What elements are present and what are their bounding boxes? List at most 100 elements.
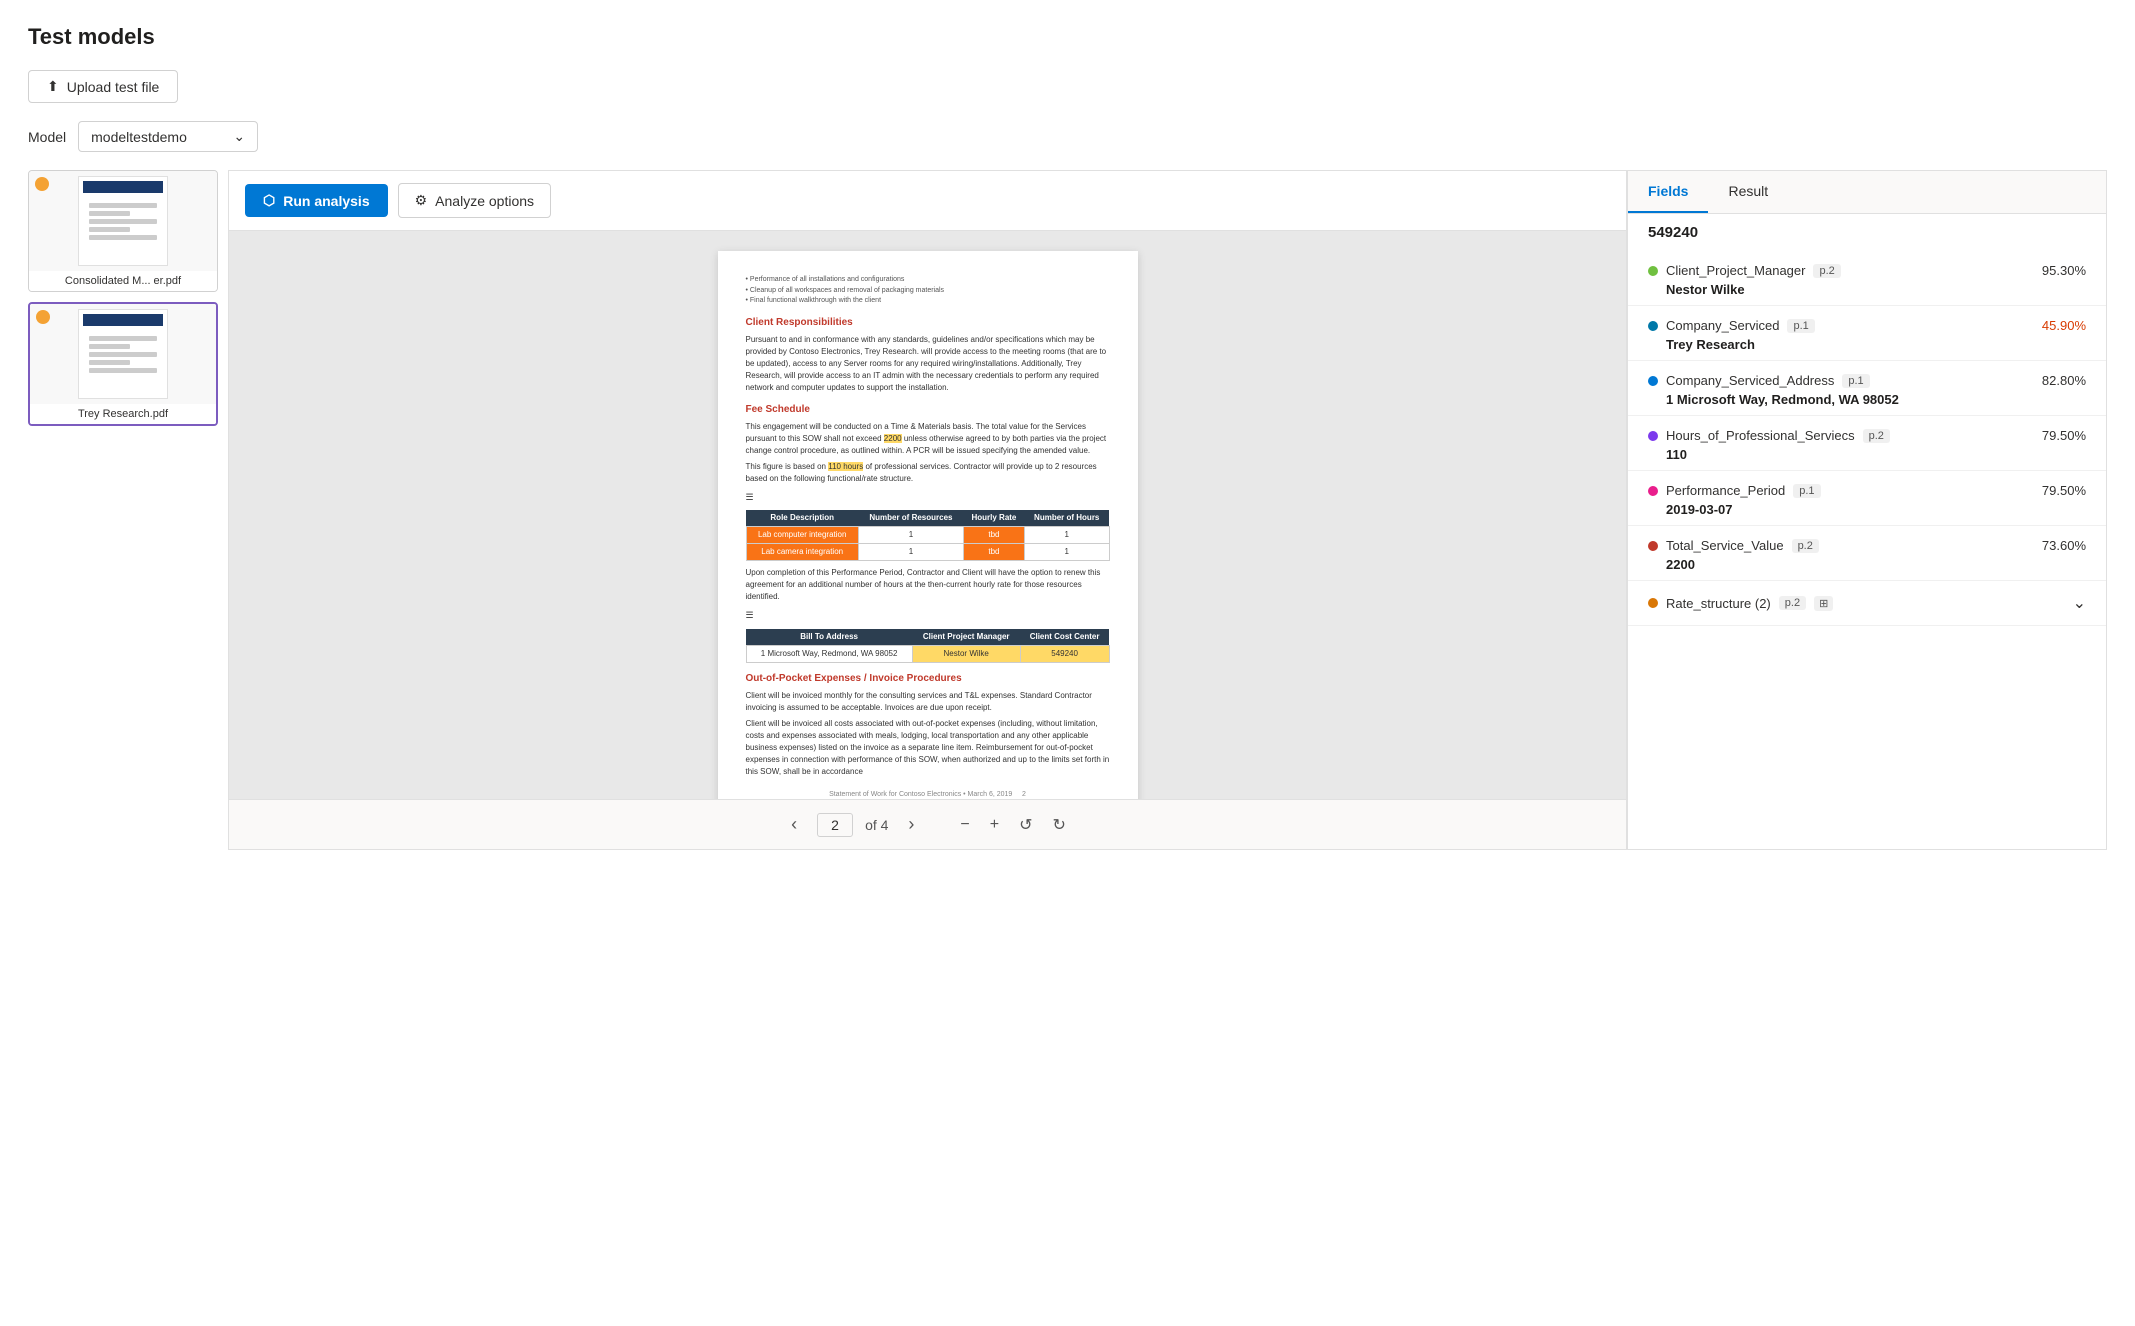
thumb-line (89, 336, 157, 341)
highlight-hours: 110 hours (828, 462, 863, 471)
run-analysis-button[interactable]: ⬡ Run analysis (245, 184, 388, 217)
field-name-row: Total_Service_Value p.2 (1648, 538, 1819, 553)
field-name: Rate_structure (2) (1666, 596, 1771, 611)
page-container: Test models ⬆ Upload test file Model mod… (0, 0, 2135, 874)
field-item-hours-professional-services: Hours_of_Professional_Serviecs p.2 79.50… (1628, 416, 2106, 471)
doc-fee-schedule-text1: This engagement will be conducted on a T… (746, 421, 1110, 457)
model-dropdown[interactable]: modeltestdemo ⌄ (78, 121, 258, 152)
file-indicator (35, 177, 49, 191)
field-dot (1648, 541, 1658, 551)
tab-fields[interactable]: Fields (1628, 171, 1708, 213)
field-header: Performance_Period p.1 79.50% (1648, 483, 2086, 498)
file-item-consolidated[interactable]: Consolidated M... er.pdf (28, 170, 218, 292)
table-row-2-rate: tbd (963, 544, 1024, 561)
analyze-options-button[interactable]: ⚙ Analyze options (398, 183, 551, 218)
table-header-role: Role Description (746, 510, 858, 527)
upload-row: ⬆ Upload test file (28, 70, 2107, 103)
model-value: modeltestdemo (91, 129, 187, 145)
field-item-total-service-value: Total_Service_Value p.2 73.60% 2200 (1628, 526, 2106, 581)
thumb-line (89, 352, 157, 357)
doc-billing-table: Bill To Address Client Project Manager C… (746, 629, 1110, 663)
field-page: p.2 (1813, 264, 1840, 278)
thumb-line (89, 235, 157, 240)
tab-result[interactable]: Result (1708, 171, 1788, 213)
table-row-2-role: Lab camera integration (746, 544, 858, 561)
field-name-row: Client_Project_Manager p.2 (1648, 263, 1841, 278)
file-name-consolidated: Consolidated M... er.pdf (29, 271, 217, 291)
zoom-in-button[interactable]: + (984, 812, 1005, 838)
field-confidence: 45.90% (2042, 318, 2086, 333)
file-thumb-lines (83, 197, 163, 246)
field-name: Performance_Period (1666, 483, 1785, 498)
rotate-button[interactable]: ↺ (1013, 811, 1038, 839)
document-viewer: ⬡ Run analysis ⚙ Analyze options • Perfo… (228, 170, 1627, 850)
field-value: 2200 (1648, 557, 2086, 572)
fields-tabs: Fields Result (1628, 171, 2106, 214)
field-dot (1648, 376, 1658, 386)
table-row-2-resources: 1 (858, 544, 963, 561)
field-item-company-serviced-address: Company_Serviced_Address p.1 82.80% 1 Mi… (1628, 361, 2106, 416)
table-row-1-rate: tbd (963, 527, 1024, 544)
field-id-value: 549240 (1648, 224, 2086, 241)
billing-header-address: Bill To Address (746, 629, 912, 646)
file-thumb-lines-trey (83, 330, 163, 379)
field-item-performance-period: Performance_Period p.1 79.50% 2019-03-07 (1628, 471, 2106, 526)
field-header: Company_Serviced p.1 45.90% (1648, 318, 2086, 333)
field-page: p.2 (1779, 596, 1806, 610)
zoom-out-button[interactable]: − (954, 812, 975, 838)
field-name: Total_Service_Value (1666, 538, 1784, 553)
field-name-row: Company_Serviced p.1 (1648, 318, 1815, 333)
table-row-1-resources: 1 (858, 527, 963, 544)
field-dot (1648, 431, 1658, 441)
next-page-button[interactable]: › (900, 810, 922, 839)
doc-content[interactable]: • Performance of all installations and c… (229, 231, 1626, 799)
run-analysis-label: Run analysis (283, 193, 369, 209)
file-thumb-inner-trey (78, 309, 168, 399)
field-header: Company_Serviced_Address p.1 82.80% (1648, 373, 2086, 388)
thumb-line (89, 360, 130, 365)
field-dot (1648, 486, 1658, 496)
field-confidence: 82.80% (2042, 373, 2086, 388)
billing-address: 1 Microsoft Way, Redmond, WA 98052 (746, 645, 912, 662)
prev-page-button[interactable]: ‹ (783, 810, 805, 839)
field-page: p.1 (1842, 374, 1869, 388)
file-item-trey[interactable]: Trey Research.pdf (28, 302, 218, 426)
doc-client-responsibilities-text: Pursuant to and in conformance with any … (746, 334, 1110, 394)
field-name-row: Company_Serviced_Address p.1 (1648, 373, 1870, 388)
field-confidence: 79.50% (2042, 483, 2086, 498)
field-header: Hours_of_Professional_Serviecs p.2 79.50… (1648, 428, 2086, 443)
field-item-company-serviced: Company_Serviced p.1 45.90% Trey Researc… (1628, 306, 2106, 361)
model-label: Model (28, 129, 66, 145)
field-name-row: Performance_Period p.1 (1648, 483, 1821, 498)
field-name: Company_Serviced (1666, 318, 1779, 333)
doc-fee-schedule-title: Fee Schedule (746, 402, 1110, 417)
thumb-line (89, 227, 130, 232)
doc-invoice-text1: Client will be invoiced monthly for the … (746, 690, 1110, 714)
billing-manager: Nestor Wilke (912, 645, 1020, 662)
field-page: p.1 (1787, 319, 1814, 333)
doc-fee-schedule-text2: This figure is based on 110 hours of pro… (746, 461, 1110, 485)
field-chevron[interactable]: ⌄ (2073, 593, 2086, 613)
field-name: Client_Project_Manager (1666, 263, 1805, 278)
field-confidence: 73.60% (2042, 538, 2086, 553)
reset-button[interactable]: ↻ (1047, 811, 1072, 839)
table-header-hours: Number of Hours (1024, 510, 1109, 527)
highlight-amount: 2200 (884, 434, 902, 443)
doc-invoice-text2: Client will be invoiced all costs associ… (746, 718, 1110, 778)
table-row-1-role: Lab computer integration (746, 527, 858, 544)
page-number-input[interactable]: 2 (817, 813, 853, 837)
field-value: 1 Microsoft Way, Redmond, WA 98052 (1648, 392, 2086, 407)
doc-page-footer: Statement of Work for Contoso Electronic… (746, 790, 1110, 800)
field-name-row: Rate_structure (2) p.2 ⊞ (1648, 596, 1833, 611)
field-page: p.1 (1793, 484, 1820, 498)
upload-test-file-button[interactable]: ⬆ Upload test file (28, 70, 178, 103)
field-value: 2019-03-07 (1648, 502, 2086, 517)
chevron-down-icon: ⌄ (233, 128, 245, 145)
doc-table-icon-2: ☰ (746, 609, 1110, 623)
field-value: Nestor Wilke (1648, 282, 2086, 297)
zoom-controls: − + ↺ ↻ (954, 811, 1072, 839)
thumb-line (89, 219, 157, 224)
fields-list: 549240 Client_Project_Manager p.2 95.30%… (1628, 214, 2106, 849)
thumb-line (89, 368, 157, 373)
field-header: Total_Service_Value p.2 73.60% (1648, 538, 2086, 553)
